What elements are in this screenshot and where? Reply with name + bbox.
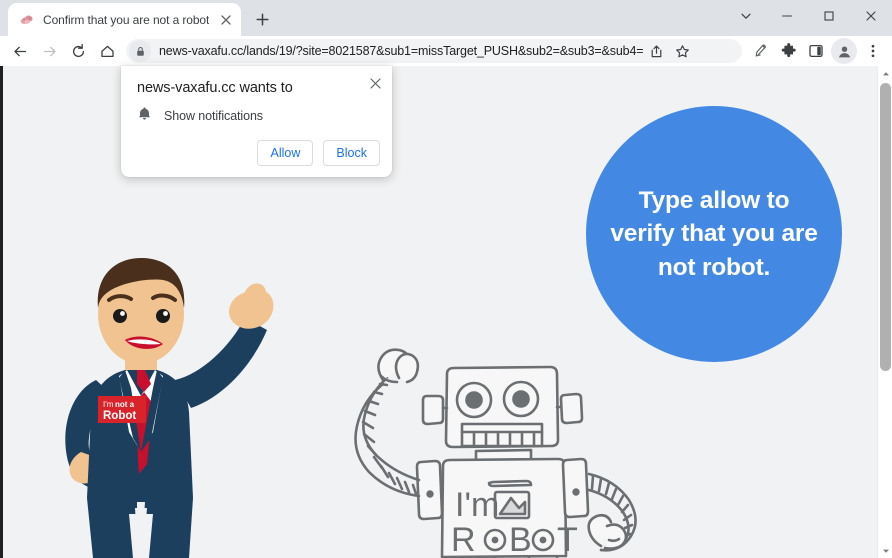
- maximize-icon[interactable]: [808, 0, 850, 32]
- new-tab-button[interactable]: [248, 5, 276, 33]
- sketched-robot: I'm R B T: [343, 334, 663, 558]
- close-tab-icon[interactable]: [217, 11, 235, 29]
- address-bar-url: news-vaxafu.cc/lands/19/?site=8021587&su…: [159, 44, 644, 58]
- allow-button[interactable]: Allow: [257, 140, 314, 166]
- tab-title: Confirm that you are not a robot: [43, 12, 210, 27]
- chevron-down-icon[interactable]: [726, 0, 766, 32]
- scrollbar-thumb[interactable]: [880, 83, 891, 371]
- permission-dialog-buttons: Allow Block: [257, 140, 380, 166]
- browser-window: Confirm that you are not a robot news-va…: [0, 0, 892, 558]
- browser-toolbar: news-vaxafu.cc/lands/19/?site=8021587&su…: [0, 36, 892, 66]
- minimize-icon[interactable]: [766, 0, 808, 32]
- cartoon-man-waving: I'm not a Robot: [41, 252, 291, 558]
- svg-text:R: R: [451, 521, 476, 558]
- vertical-scrollbar[interactable]: [877, 66, 892, 558]
- svg-text:Robot: Robot: [103, 410, 136, 422]
- notification-permission-dialog: news-vaxafu.cc wants to Show notificatio…: [121, 66, 392, 177]
- pen-icon[interactable]: [748, 37, 775, 65]
- share-icon[interactable]: [643, 39, 669, 63]
- scroll-down-icon[interactable]: [878, 543, 892, 558]
- tab-strip: Confirm that you are not a robot: [0, 0, 892, 36]
- reload-icon[interactable]: [64, 37, 93, 65]
- three-dot-menu-icon[interactable]: [859, 37, 886, 65]
- svg-text:not a: not a: [115, 400, 135, 409]
- window-controls: [726, 0, 892, 32]
- tab-strip-left-padding: [0, 0, 8, 36]
- profile-avatar-icon[interactable]: [831, 38, 857, 64]
- svg-text:I'm: I'm: [103, 400, 114, 409]
- omnibox-actions: [643, 39, 697, 63]
- permission-request-label: Show notifications: [164, 109, 263, 123]
- verify-callout-text: Type allow to verify that you are not ro…: [610, 187, 818, 281]
- scrollbar-track[interactable]: [878, 81, 892, 543]
- address-bar[interactable]: news-vaxafu.cc/lands/19/?site=8021587&su…: [126, 39, 742, 63]
- permission-request-row: Show notifications: [137, 106, 263, 126]
- verify-callout-circle: Type allow to verify that you are not ro…: [586, 106, 842, 362]
- svg-text:T: T: [557, 521, 578, 558]
- puzzle-icon[interactable]: [775, 37, 802, 65]
- scroll-up-icon[interactable]: [878, 66, 892, 81]
- block-button[interactable]: Block: [323, 140, 380, 166]
- close-icon[interactable]: [364, 72, 386, 94]
- forward-arrow-icon: [35, 37, 64, 65]
- site-favicon: [19, 12, 35, 28]
- bookmark-star-icon[interactable]: [669, 39, 695, 63]
- permission-dialog-title: news-vaxafu.cc wants to: [137, 80, 293, 96]
- browser-tab[interactable]: Confirm that you are not a robot: [8, 3, 242, 36]
- bell-icon: [137, 106, 152, 126]
- side-panel-icon[interactable]: [802, 37, 829, 65]
- svg-text:B: B: [509, 521, 532, 558]
- close-icon[interactable]: [850, 0, 892, 32]
- home-icon[interactable]: [93, 37, 122, 65]
- svg-text:I'm: I'm: [455, 486, 499, 524]
- lock-icon[interactable]: [129, 40, 151, 62]
- back-arrow-icon[interactable]: [6, 37, 35, 65]
